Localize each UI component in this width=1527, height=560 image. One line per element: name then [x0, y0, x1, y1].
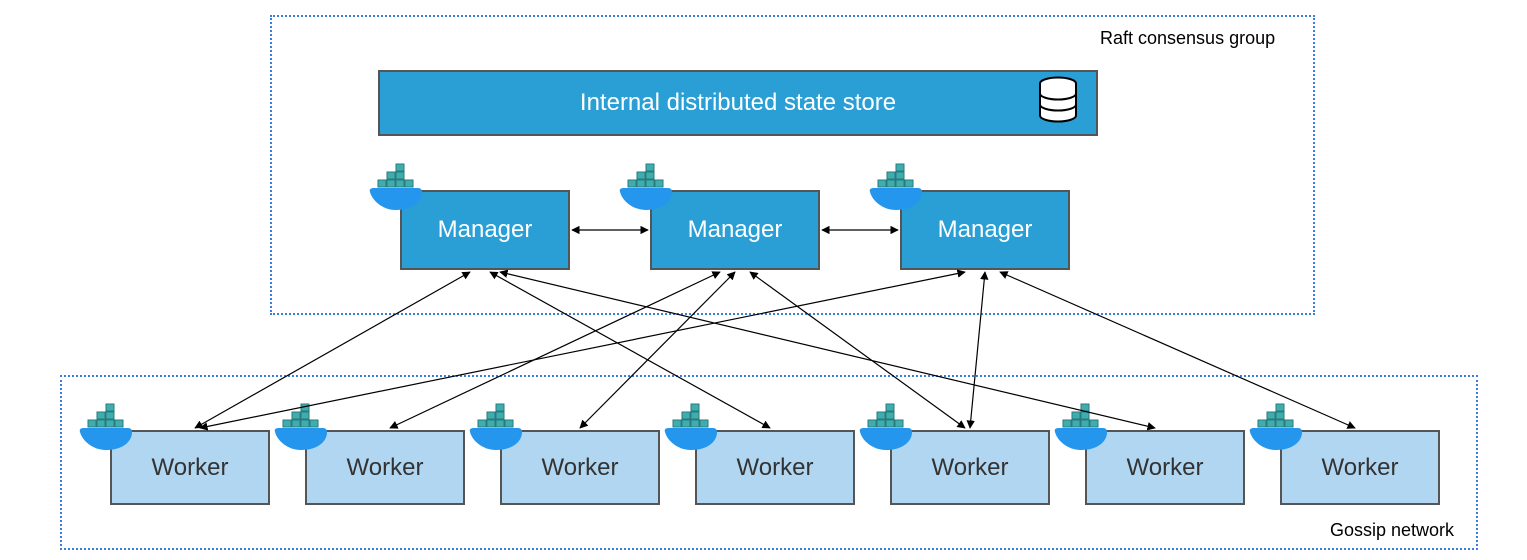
worker-label: Worker [1322, 454, 1399, 482]
docker-whale-icon [273, 402, 337, 459]
worker-node-3: Worker [695, 430, 855, 505]
gossip-network-label: Gossip network [1330, 520, 1454, 541]
worker-node-1: Worker [305, 430, 465, 505]
manager-node-1: Manager [650, 190, 820, 270]
state-store-label: Internal distributed state store [580, 89, 896, 117]
worker-node-5: Worker [1085, 430, 1245, 505]
docker-whale-icon [618, 162, 682, 219]
manager-label: Manager [938, 216, 1033, 244]
worker-node-0: Worker [110, 430, 270, 505]
worker-node-6: Worker [1280, 430, 1440, 505]
database-icon [1038, 77, 1078, 130]
docker-whale-icon [858, 402, 922, 459]
docker-whale-icon [868, 162, 932, 219]
docker-whale-icon [468, 402, 532, 459]
worker-label: Worker [932, 454, 1009, 482]
manager-node-2: Manager [900, 190, 1070, 270]
worker-node-2: Worker [500, 430, 660, 505]
docker-whale-icon [663, 402, 727, 459]
docker-whale-icon [1248, 402, 1312, 459]
manager-label: Manager [438, 216, 533, 244]
worker-node-4: Worker [890, 430, 1050, 505]
docker-whale-icon [78, 402, 142, 459]
worker-label: Worker [1127, 454, 1204, 482]
raft-group-label: Raft consensus group [1100, 28, 1275, 49]
manager-label: Manager [688, 216, 783, 244]
docker-whale-icon [368, 162, 432, 219]
worker-label: Worker [542, 454, 619, 482]
state-store-box: Internal distributed state store [378, 70, 1098, 136]
docker-whale-icon [1053, 402, 1117, 459]
worker-label: Worker [347, 454, 424, 482]
worker-label: Worker [152, 454, 229, 482]
manager-node-0: Manager [400, 190, 570, 270]
worker-label: Worker [737, 454, 814, 482]
